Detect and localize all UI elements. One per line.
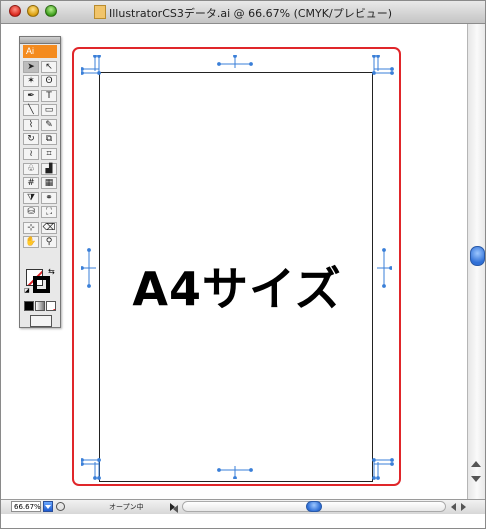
artboard[interactable]: A4サイズ	[99, 72, 373, 482]
lasso-tool-icon[interactable]: ʘ	[41, 75, 57, 87]
eyedropper-tool-icon[interactable]: ⧩	[23, 192, 39, 204]
screen-mode-icon[interactable]	[30, 315, 52, 327]
live-paint-selection-tool-icon[interactable]: ⛶	[41, 206, 57, 218]
mesh-tool-icon[interactable]: #	[23, 177, 39, 189]
status-text: オープン中	[109, 503, 144, 511]
crop-area-tool-icon[interactable]: ⊹	[23, 222, 39, 234]
gradient-mode-icon[interactable]	[35, 301, 45, 311]
swap-fill-stroke-icon[interactable]: ⇆	[48, 267, 55, 276]
type-tool-icon[interactable]: T	[41, 90, 57, 102]
default-colors-icon[interactable]: ◪	[24, 287, 30, 294]
column-graph-tool-icon[interactable]: ▟	[41, 163, 57, 175]
document-icon	[94, 5, 106, 19]
hand-tool-icon[interactable]: ✋	[23, 236, 39, 248]
scroll-up-arrow-icon[interactable]	[471, 461, 481, 467]
vertical-scrollbar[interactable]	[467, 24, 485, 499]
selection-arrow-tool-icon[interactable]: ➤	[23, 61, 39, 73]
rectangle-tool-icon[interactable]: ▭	[41, 104, 57, 116]
scroll-down-arrow-icon[interactable]	[471, 476, 481, 482]
scroll-left-arrow-icon[interactable]	[173, 505, 178, 513]
crop-mark-top-left	[81, 55, 107, 79]
artboard-main-text[interactable]: A4サイズ	[100, 253, 374, 319]
crop-mark-top-center	[217, 55, 253, 69]
gradient-tool-icon[interactable]: ▦	[41, 177, 57, 189]
magic-wand-tool-icon[interactable]: ✶	[23, 75, 39, 87]
zoom-level-field[interactable]: 66.67%	[11, 501, 41, 512]
none-mode-icon[interactable]	[46, 301, 56, 311]
scale-tool-icon[interactable]: ⧉	[41, 133, 57, 145]
canvas-area[interactable]: A4サイズ	[1, 24, 467, 499]
crop-mark-top-right	[371, 55, 397, 79]
line-segment-tool-icon[interactable]: ╲	[23, 104, 39, 116]
pencil-tool-icon[interactable]: ✎	[41, 119, 57, 131]
crop-mark-bottom-right	[371, 456, 397, 480]
horizontal-scroll-thumb[interactable]	[306, 501, 322, 512]
live-paint-bucket-tool-icon[interactable]: ⛁	[23, 206, 39, 218]
pen-tool-icon[interactable]: ✒	[23, 90, 39, 102]
status-circle-icon[interactable]	[56, 502, 65, 511]
color-mode-icon[interactable]	[24, 301, 34, 311]
tools-panel[interactable]: Ai ➤ ↖ ✶ ʘ ✒ T ╲ ▭ ⌇ ✎ ↻ ⧉ ≀ ⌗ ♧ ▟ # ▦ ⧩ ⚭ ⛁ ⛶ ⊹ ⌫ ✋ ⚲ ⇆ ◪	[19, 36, 61, 328]
status-bar: 66.67% オープン中	[1, 499, 485, 514]
vertical-scroll-thumb[interactable]	[470, 246, 485, 266]
window-title: IllustratorCS3データ.ai @ 66.67% (CMYK/プレビュ…	[109, 7, 392, 20]
blend-tool-icon[interactable]: ⚭	[41, 192, 57, 204]
paintbrush-tool-icon[interactable]: ⌇	[23, 119, 39, 131]
stroke-swatch[interactable]	[33, 276, 50, 293]
document-window: IllustratorCS3データ.ai @ 66.67% (CMYK/プレビュ…	[0, 0, 486, 529]
symbol-sprayer-tool-icon[interactable]: ♧	[23, 163, 39, 175]
crop-mark-left-center	[81, 248, 97, 288]
rotate-tool-icon[interactable]: ↻	[23, 133, 39, 145]
direct-selection-arrow-tool-icon[interactable]: ↖	[41, 61, 57, 73]
zoom-tool-icon[interactable]: ⚲	[41, 236, 57, 248]
zoom-dropdown-button[interactable]	[43, 501, 53, 512]
crop-mark-bottom-center	[217, 465, 253, 479]
crop-mark-right-center	[376, 248, 392, 288]
tools-panel-header[interactable]	[20, 37, 60, 44]
free-transform-tool-icon[interactable]: ⌗	[41, 148, 57, 160]
crop-mark-bottom-left	[81, 456, 107, 480]
scroll-right-button-icon[interactable]	[461, 503, 466, 511]
title-bar[interactable]: IllustratorCS3データ.ai @ 66.67% (CMYK/プレビュ…	[1, 1, 485, 24]
horizontal-scrollbar[interactable]	[173, 501, 446, 513]
illustrator-logo: Ai	[23, 45, 57, 58]
scroll-left-button-icon[interactable]	[451, 503, 456, 511]
eraser-tool-icon[interactable]: ⌫	[41, 222, 57, 234]
window-title-wrap: IllustratorCS3データ.ai @ 66.67% (CMYK/プレビュ…	[1, 5, 485, 21]
warp-tool-icon[interactable]: ≀	[23, 148, 39, 160]
